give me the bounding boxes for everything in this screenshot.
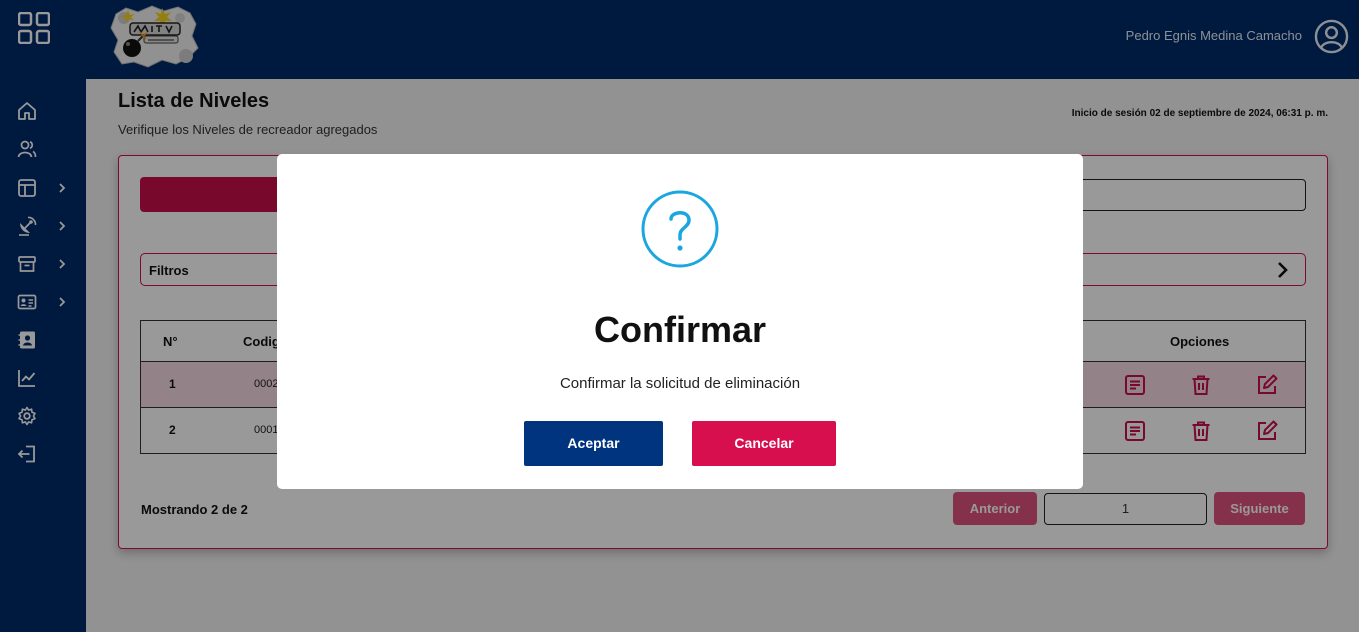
dialog-message: Confirmar la solicitud de eliminación — [559, 375, 801, 392]
question-icon — [641, 190, 719, 268]
cancel-button[interactable]: Cancelar — [692, 421, 836, 466]
accept-button[interactable]: Aceptar — [524, 421, 663, 466]
dialog-title: Confirmar — [593, 309, 767, 350]
confirm-dialog: Confirmar Confirmar la solicitud de elim… — [277, 154, 1083, 489]
